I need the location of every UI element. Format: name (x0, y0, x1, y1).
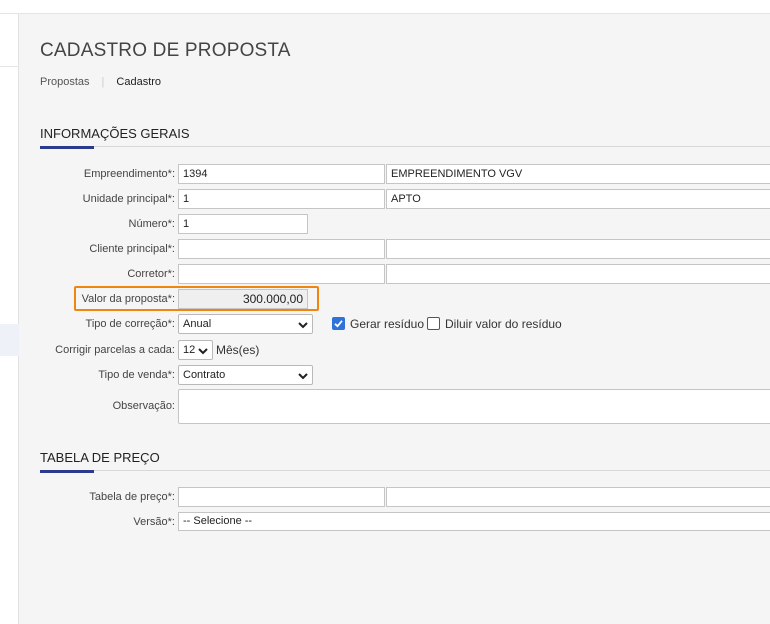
tipo-venda-label: Tipo de venda*: (98, 369, 175, 381)
row-empreendimento: Empreendimento*: 1394 EMPREENDIMENTO VGV (0, 164, 770, 184)
row-corrigir: Corrigir parcelas a cada: 12 Mês(es) (0, 340, 770, 360)
row-tipo-venda: Tipo de venda*: Contrato (0, 365, 770, 385)
observacao-label: Observação: (112, 400, 175, 412)
cliente-label: Cliente principal*: (89, 243, 175, 255)
gerar-residuo-label[interactable]: Gerar resíduo (350, 314, 424, 334)
row-cliente: Cliente principal*: (0, 239, 770, 259)
versao-label: Versão*: (133, 516, 175, 528)
diluir-residuo-label[interactable]: Diluir valor do resíduo (445, 314, 562, 334)
cliente-code-input[interactable] (178, 239, 385, 259)
checkmark-icon (334, 320, 343, 328)
valor-label: Valor da proposta*: (81, 293, 175, 305)
breadcrumb-propostas-link[interactable]: Propostas (40, 76, 90, 88)
row-valor: Valor da proposta*: 300.000,00 (0, 289, 770, 309)
tipo-venda-value: Contrato (183, 369, 226, 381)
corrigir-unit: Mês(es) (216, 343, 260, 357)
empreendimento-label: Empreendimento*: (83, 168, 175, 180)
breadcrumb-separator: | (101, 76, 105, 88)
corretor-label: Corretor*: (127, 268, 175, 280)
row-observacao: Observação: (0, 389, 770, 424)
row-numero: Número*: 1 (0, 214, 770, 234)
tabela-preco-label: Tabela de preço*: (89, 491, 175, 503)
tipo-correcao-value: Anual (183, 318, 212, 330)
section-divider (40, 146, 770, 147)
tipo-correcao-label: Tipo de correção*: (85, 318, 175, 330)
chevron-down-icon (298, 322, 308, 329)
sidebar-divider (0, 66, 19, 67)
section-accent (40, 470, 94, 473)
row-corretor: Corretor*: (0, 264, 770, 284)
row-tipo-correcao: Tipo de correção*: Anual Gerar resíduo D… (0, 314, 770, 334)
section-divider (40, 470, 770, 471)
section-accent (40, 146, 94, 149)
chevron-down-icon (198, 348, 208, 355)
tipo-venda-select[interactable]: Contrato (178, 365, 313, 385)
numero-input[interactable]: 1 (178, 214, 308, 234)
tabela-preco-name-input[interactable] (386, 487, 770, 507)
unidade-code-input[interactable]: 1 (178, 189, 385, 209)
corretor-code-input[interactable] (178, 264, 385, 284)
gerar-residuo-checkbox[interactable] (332, 317, 345, 330)
empreendimento-code-input[interactable]: 1394 (178, 164, 385, 184)
observacao-textarea[interactable] (178, 389, 770, 424)
row-unidade: Unidade principal*: 1 APTO (0, 189, 770, 209)
row-tabela-preco: Tabela de preço*: (0, 487, 770, 507)
unidade-name-input[interactable]: APTO (386, 189, 770, 209)
tipo-correcao-select[interactable]: Anual (178, 314, 313, 334)
diluir-residuo-checkbox[interactable] (427, 317, 440, 330)
corrigir-label: Corrigir parcelas a cada: (55, 344, 175, 356)
breadcrumb: Propostas | Cadastro (40, 76, 161, 88)
page-title: CADASTRO DE PROPOSTA (40, 40, 291, 61)
versao-select[interactable]: -- Selecione -- (178, 512, 770, 531)
unidade-label: Unidade principal*: (82, 193, 175, 205)
breadcrumb-current: Cadastro (116, 76, 162, 88)
corrigir-value: 12 (183, 344, 196, 356)
valor-proposta-input[interactable]: 300.000,00 (178, 289, 308, 309)
empreendimento-name-input[interactable]: EMPREENDIMENTO VGV (386, 164, 770, 184)
section-title-price: TABELA DE PREÇO (40, 450, 160, 465)
tabela-preco-code-input[interactable] (178, 487, 385, 507)
row-versao: Versão*: -- Selecione -- (0, 512, 770, 532)
corrigir-parcelas-select[interactable]: 12 (178, 340, 213, 360)
corretor-name-input[interactable] (386, 264, 770, 284)
top-bar (0, 0, 770, 14)
numero-label: Número*: (128, 218, 175, 230)
section-title-general: INFORMAÇÕES GERAIS (40, 126, 190, 141)
cliente-name-input[interactable] (386, 239, 770, 259)
chevron-down-icon (298, 373, 308, 380)
